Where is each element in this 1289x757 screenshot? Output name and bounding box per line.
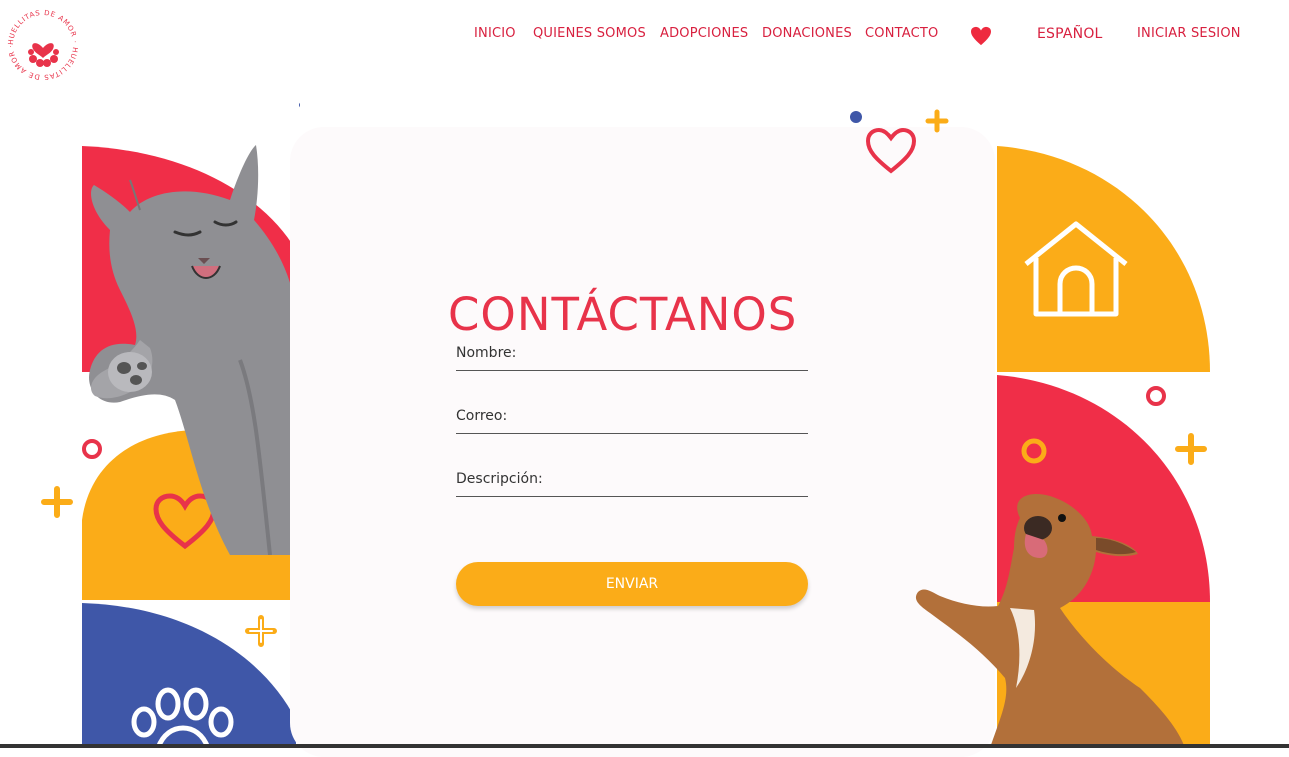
dog-house-icon: [1024, 221, 1128, 317]
submit-button[interactable]: ENVIAR: [456, 562, 808, 606]
email-label: Correo:: [456, 408, 508, 424]
language-selector[interactable]: ESPAÑOL: [1037, 26, 1103, 42]
paw-icon: [131, 687, 234, 748]
nav-quienes-somos[interactable]: QUIENES SOMOS: [533, 26, 646, 41]
login-link[interactable]: INICIAR SESION: [1137, 26, 1241, 41]
nav-adopciones[interactable]: ADOPCIONES: [660, 26, 748, 41]
heart-icon[interactable]: [970, 26, 992, 46]
bottom-bar: [0, 744, 1289, 748]
svg-text:HUELLITAS DE AMOR · HUELLITAS: HUELLITAS DE AMOR · HUELLITAS DE AMOR ·: [7, 9, 79, 81]
card-top-decoration: [850, 109, 949, 174]
description-label: Descripción:: [456, 471, 543, 487]
name-input[interactable]: [546, 342, 810, 370]
dog-photo: [915, 494, 1185, 748]
name-field[interactable]: Nombre:: [456, 342, 810, 371]
logo[interactable]: HUELLITAS DE AMOR · HUELLITAS DE AMOR ·: [6, 8, 80, 82]
email-field[interactable]: Correo:: [456, 405, 810, 434]
nav-contacto[interactable]: CONTACTO: [865, 26, 938, 41]
cat-photo: [89, 145, 297, 555]
email-input[interactable]: [546, 405, 810, 433]
contact-card: [290, 127, 995, 757]
page-title: CONTÁCTANOS: [448, 288, 798, 342]
name-label: Nombre:: [456, 345, 517, 361]
nav-donaciones[interactable]: DONACIONES: [762, 26, 852, 41]
nav-inicio[interactable]: INICIO: [474, 26, 516, 41]
description-input[interactable]: [576, 468, 810, 496]
paw-logo-icon: [28, 43, 59, 67]
description-field[interactable]: Descripción:: [456, 468, 810, 497]
